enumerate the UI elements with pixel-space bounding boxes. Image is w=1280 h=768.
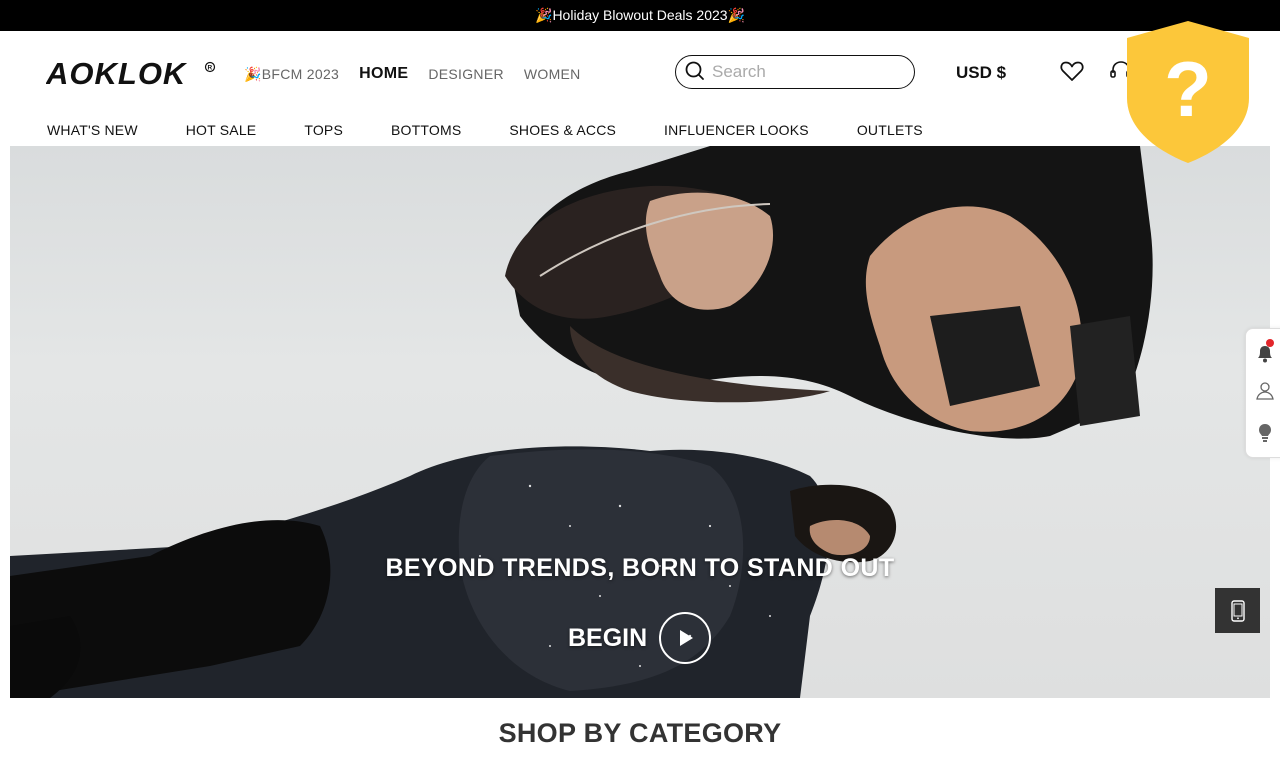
cat-whats-new[interactable]: WHAT'S NEW: [47, 122, 138, 138]
site-header: AOKLOK R 🎉BFCM 2023 HOME DESIGNER WOMEN …: [0, 31, 1280, 115]
currency-selector[interactable]: USD $: [956, 63, 1006, 83]
cat-influencer-looks[interactable]: INFLUENCER LOOKS: [664, 122, 809, 138]
nav-bfcm-2023[interactable]: 🎉BFCM 2023: [244, 66, 339, 83]
top-nav: 🎉BFCM 2023 HOME DESIGNER WOMEN: [244, 65, 601, 83]
logo-text: AOKLOK: [46, 59, 188, 89]
hero-banner[interactable]: BEYOND TRENDS, BORN TO STAND OUT BEGIN: [10, 146, 1270, 698]
notification-dot: [1266, 339, 1274, 347]
cat-hot-sale[interactable]: HOT SALE: [186, 122, 257, 138]
cat-bottoms[interactable]: BOTTOMS: [391, 122, 461, 138]
section-title: SHOP BY CATEGORY: [498, 718, 782, 748]
mobile-phone-icon[interactable]: [1215, 588, 1260, 633]
nav-designer[interactable]: DESIGNER: [428, 66, 504, 82]
cat-outlets[interactable]: OUTLETS: [857, 122, 923, 138]
begin-button[interactable]: BEGIN: [568, 612, 712, 664]
search-box[interactable]: [675, 55, 915, 89]
begin-label[interactable]: BEGIN: [568, 624, 647, 653]
announcement-text[interactable]: 🎉Holiday Blowout Deals 2023🎉: [535, 7, 745, 24]
search-icon[interactable]: [684, 59, 706, 86]
announcement-bar[interactable]: 🎉Holiday Blowout Deals 2023🎉: [0, 0, 1280, 31]
cat-shoes-accs[interactable]: SHOES & ACCS: [509, 122, 616, 138]
shield-question-icon[interactable]: ?: [1126, 20, 1250, 164]
person-icon[interactable]: [1254, 380, 1276, 402]
cat-tops[interactable]: TOPS: [304, 122, 343, 138]
search-input[interactable]: [712, 62, 892, 82]
nav-women[interactable]: WOMEN: [524, 66, 581, 82]
play-icon[interactable]: [659, 612, 712, 664]
category-nav: WHAT'S NEW HOT SALE TOPS BOTTOMS SHOES &…: [47, 122, 971, 138]
side-widget-panel: [1245, 328, 1280, 458]
nav-home[interactable]: HOME: [359, 65, 408, 83]
lightbulb-icon[interactable]: [1254, 422, 1276, 444]
heart-icon[interactable]: [1059, 58, 1085, 84]
site-logo[interactable]: AOKLOK R: [46, 59, 216, 89]
shield-symbol: ?: [1164, 45, 1212, 133]
hero-headline: BEYOND TRENDS, BORN TO STAND OUT: [385, 554, 895, 582]
svg-text:R: R: [208, 65, 213, 72]
